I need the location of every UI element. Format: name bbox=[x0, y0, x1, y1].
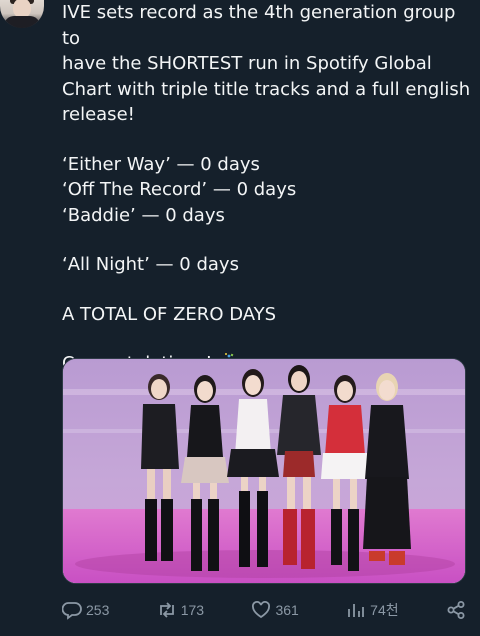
reply-count: 253 bbox=[86, 602, 110, 618]
repost-count: 173 bbox=[180, 602, 205, 618]
repost-icon bbox=[159, 602, 174, 618]
like-count: 361 bbox=[275, 602, 299, 618]
share-button[interactable] bbox=[446, 600, 466, 620]
track-line: ‘Baddie’ — 0 days bbox=[62, 204, 225, 226]
reply-icon bbox=[62, 602, 82, 620]
views-button[interactable]: 74천 bbox=[346, 600, 399, 620]
tweet-line: Chart with triple title tracks and a ful… bbox=[62, 78, 471, 100]
track-line: ‘All Night’ — 0 days bbox=[62, 254, 239, 275]
view-count: 74천 bbox=[370, 602, 399, 618]
tweet-line: release! bbox=[62, 104, 135, 125]
share-icon bbox=[447, 601, 465, 619]
reply-button[interactable]: 253 bbox=[62, 600, 109, 620]
tweet-line: IVE sets record as the 4th generation gr… bbox=[62, 2, 462, 49]
tweet-text: IVE sets record as the 4th generation gr… bbox=[62, 0, 472, 377]
repost-button[interactable]: 173 bbox=[157, 600, 204, 620]
like-button[interactable]: 361 bbox=[251, 600, 299, 620]
heart-icon bbox=[252, 601, 271, 619]
avatar[interactable] bbox=[0, 0, 44, 28]
track-line: ‘Either Way’ — 0 days bbox=[62, 153, 260, 175]
tweet-actions: 253 173 361 74천 bbox=[62, 596, 466, 624]
avatar-suit bbox=[4, 16, 40, 28]
total-line: A TOTAL OF ZERO DAYS bbox=[62, 303, 277, 325]
tweet-line: have the SHORTEST run in Spotify Global bbox=[62, 53, 432, 74]
views-icon bbox=[348, 604, 365, 617]
track-line: ‘Off The Record’ — 0 days bbox=[62, 179, 297, 200]
group-photo-image bbox=[63, 359, 465, 583]
group-photo[interactable] bbox=[62, 358, 466, 584]
